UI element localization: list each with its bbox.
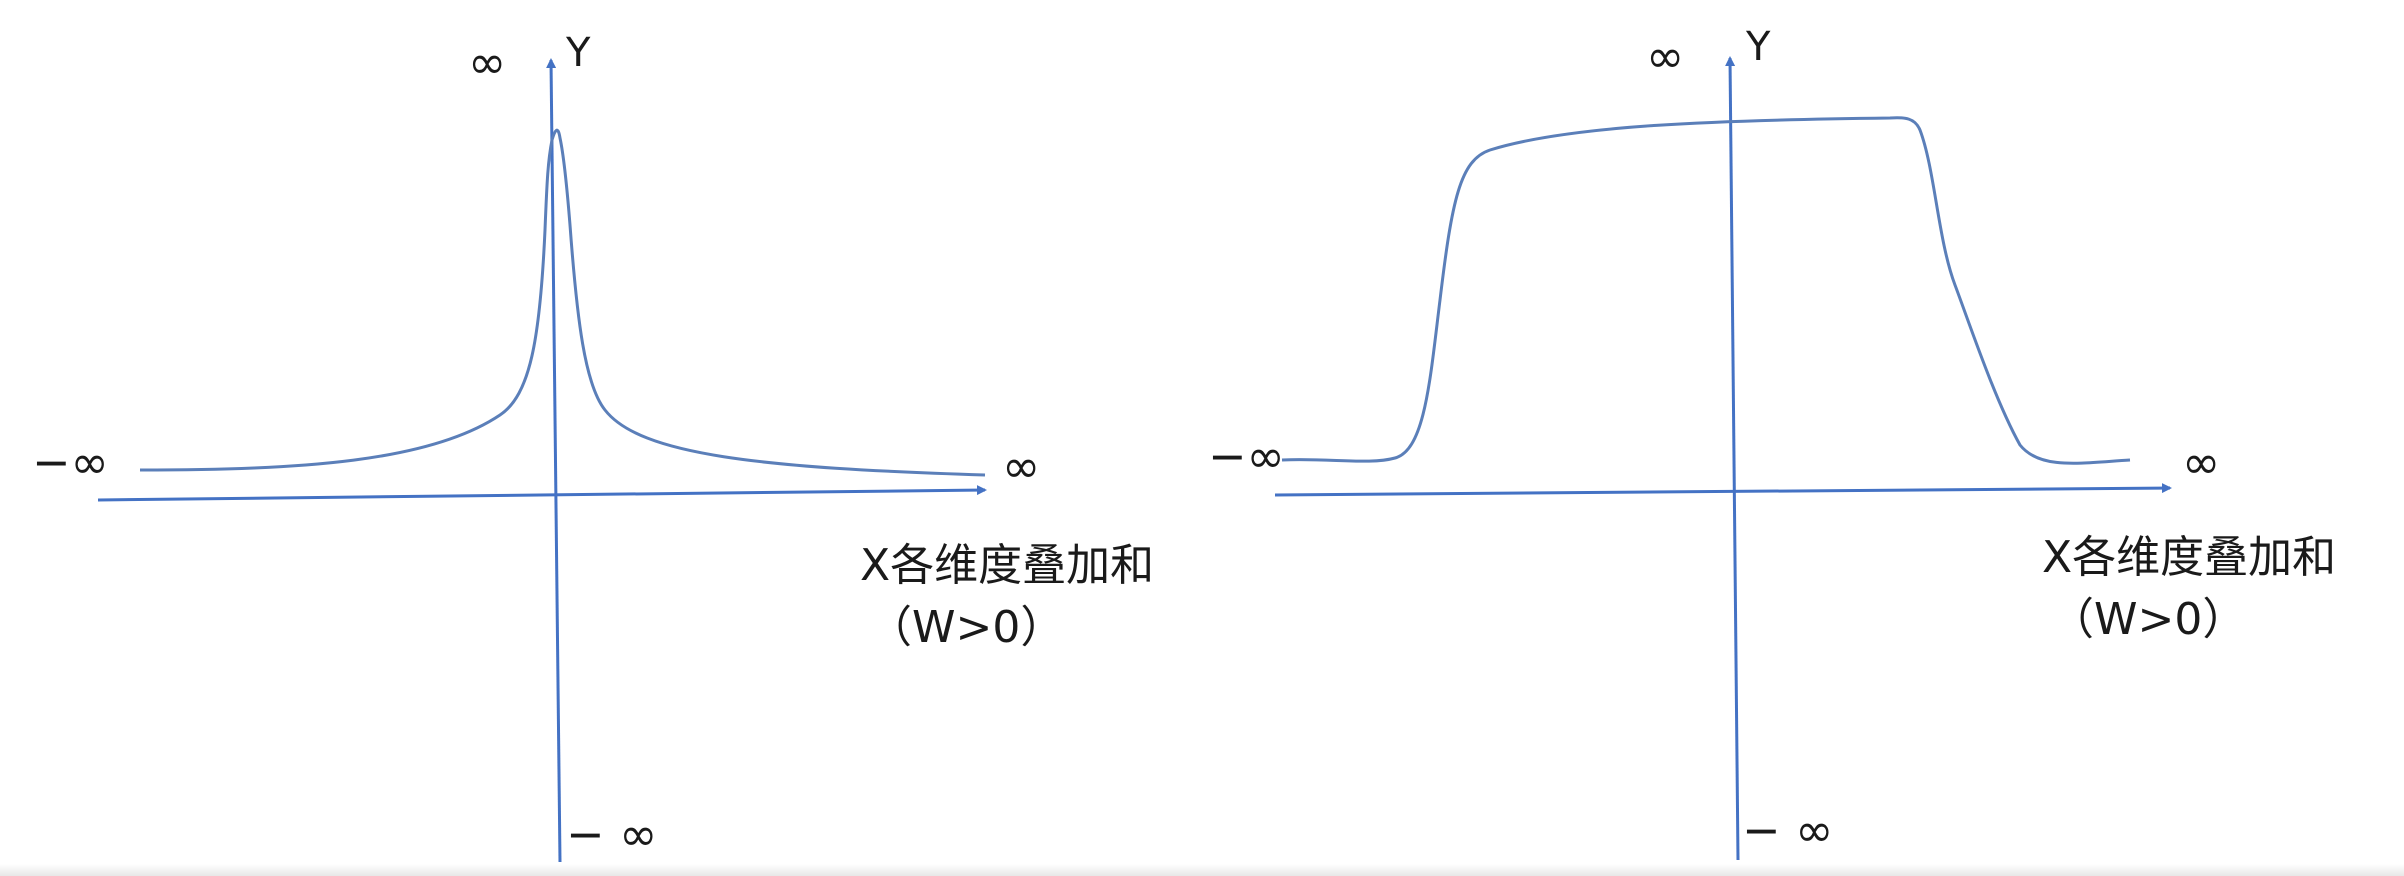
right-x-axis-condition: （W>0） <box>2050 594 2246 645</box>
right-x-left-infinity-label: −∞ <box>1208 429 1285 483</box>
left-y-bottom-infinity-label: − ∞ <box>566 807 657 861</box>
right-plateau-curve <box>1281 116 2131 465</box>
left-x-left-infinity-label: −∞ <box>32 435 109 489</box>
right-x-right-infinity-label: ∞ <box>2182 435 2220 489</box>
right-panel: Y ∞ − ∞ −∞ ∞ X各维度叠加和 （W>0） <box>1208 24 2336 861</box>
left-y-axis-label: Y <box>565 30 591 76</box>
left-x-axis-condition: （W>0） <box>868 602 1064 653</box>
left-x-axis-label: X各维度叠加和 <box>860 540 1154 591</box>
left-peak-curve <box>139 128 986 477</box>
left-x-axis <box>97 485 987 502</box>
left-x-right-infinity-label: ∞ <box>1002 439 1040 493</box>
right-y-axis <box>1725 56 1740 861</box>
left-panel: Y ∞ − ∞ −∞ ∞ X各维度叠加和 （W>0） <box>32 30 1154 863</box>
bottom-edge-shadow <box>0 864 2404 876</box>
right-y-axis-label: Y <box>1745 24 1771 70</box>
right-y-bottom-infinity-label: − ∞ <box>1742 803 1833 857</box>
left-y-top-infinity-label: ∞ <box>468 35 506 89</box>
right-x-axis <box>1274 483 2172 497</box>
diagram-canvas: Y ∞ − ∞ −∞ ∞ X各维度叠加和 （W>0） Y ∞ − ∞ −∞ ∞ … <box>32 24 2336 863</box>
right-y-top-infinity-label: ∞ <box>1646 29 1684 83</box>
right-x-axis-label: X各维度叠加和 <box>2042 532 2336 583</box>
left-y-axis <box>546 58 562 863</box>
